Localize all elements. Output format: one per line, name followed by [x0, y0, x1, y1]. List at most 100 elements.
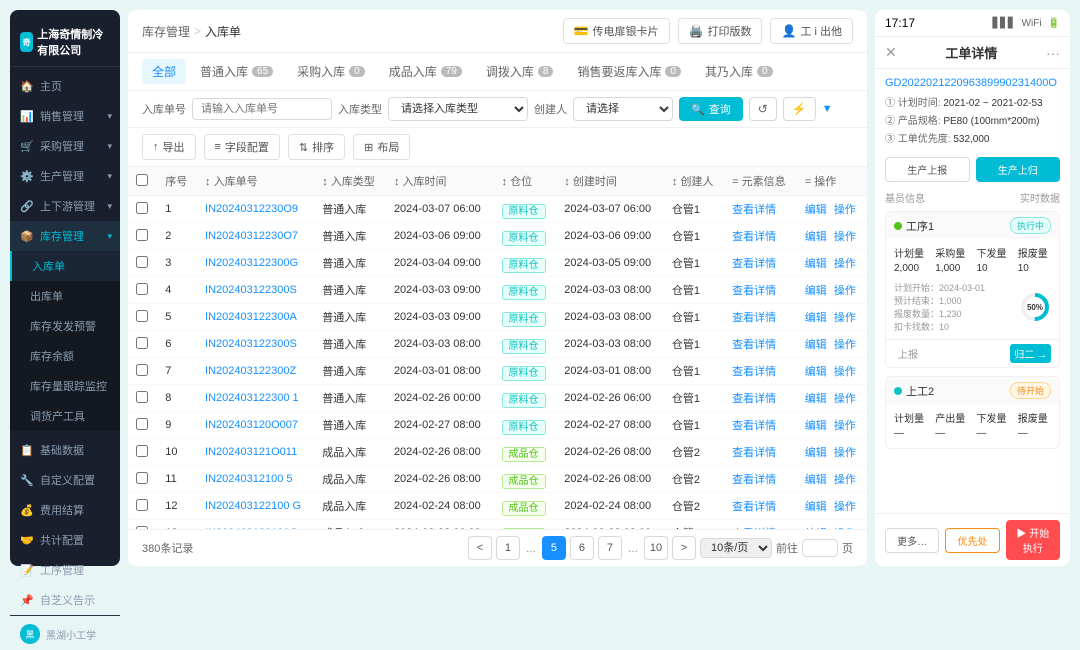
detail-link[interactable]: 查看详情 — [732, 204, 776, 216]
jump-input[interactable] — [802, 539, 838, 557]
produce-return-button[interactable]: 生产上归 — [976, 157, 1061, 182]
cell-detail[interactable]: 查看详情 — [724, 412, 797, 439]
row-checkbox[interactable] — [136, 256, 148, 268]
detail-link[interactable]: 查看详情 — [732, 312, 776, 324]
print-button[interactable]: 🖨️ 打印版数 — [678, 18, 763, 44]
sidebar-sub-item-outbound[interactable]: 出库单 — [10, 281, 120, 311]
detail-link[interactable]: 查看详情 — [732, 258, 776, 270]
action-link[interactable]: 操作 — [834, 258, 856, 270]
detail-link[interactable]: 查看详情 — [732, 231, 776, 243]
row-checkbox[interactable] — [136, 499, 148, 511]
row-checkbox[interactable] — [136, 310, 148, 322]
cell-detail[interactable]: 查看详情 — [724, 493, 797, 520]
tab-normal-in[interactable]: 普通入库 65 — [190, 59, 283, 84]
step-1-report-btn[interactable]: 上报 — [894, 344, 922, 363]
action-link[interactable]: 操作 — [834, 285, 856, 297]
prev-page-button[interactable]: < — [468, 536, 492, 560]
rp-order-id[interactable]: GD202202122096389990231400O — [885, 77, 1060, 89]
tab-all[interactable]: 全部 — [142, 59, 186, 84]
detail-link[interactable]: 查看详情 — [732, 285, 776, 297]
export-button[interactable]: ↑ 导出 — [142, 134, 196, 160]
edit-link[interactable]: 编辑 — [805, 231, 827, 243]
sidebar-sub-item-current-stock[interactable]: 库存余额 — [10, 341, 120, 371]
row-checkbox[interactable] — [136, 202, 148, 214]
sidebar-item-home[interactable]: 🏠 主页 — [10, 71, 120, 101]
action-link[interactable]: 操作 — [834, 312, 856, 324]
detail-link[interactable]: 查看详情 — [732, 447, 776, 459]
priority-button[interactable]: 优先处 — [945, 528, 999, 553]
sidebar-sub-item-stock-monitor[interactable]: 库存量跟踪监控 — [10, 371, 120, 401]
sidebar-item-auto-config[interactable]: 🔧 自定义配置 — [10, 465, 120, 495]
produce-report-button[interactable]: 生产上报 — [885, 157, 970, 182]
rp-more-button[interactable]: ··· — [1046, 45, 1060, 61]
edit-link[interactable]: 编辑 — [805, 204, 827, 216]
action-link[interactable]: 操作 — [834, 339, 856, 351]
action-link[interactable]: 操作 — [834, 447, 856, 459]
detail-link[interactable]: 查看详情 — [732, 474, 776, 486]
cell-detail[interactable]: 查看详情 — [724, 304, 797, 331]
sidebar-item-supplier[interactable]: 🤝 共计配置 — [10, 525, 120, 555]
next-page-button[interactable]: > — [672, 536, 696, 560]
row-checkbox[interactable] — [136, 283, 148, 295]
row-checkbox[interactable] — [136, 445, 148, 457]
cell-detail[interactable]: 查看详情 — [724, 439, 797, 466]
detail-link[interactable]: 查看详情 — [732, 339, 776, 351]
sidebar-sub-item-inbound[interactable]: 入库单 — [10, 251, 120, 281]
cell-detail[interactable]: 查看详情 — [724, 466, 797, 493]
search-button[interactable]: 🔍 查询 — [679, 97, 743, 121]
tab-adjust-in[interactable]: 调拨入库 8 — [476, 59, 564, 84]
row-checkbox[interactable] — [136, 472, 148, 484]
edit-link[interactable]: 编辑 — [805, 447, 827, 459]
detail-link[interactable]: 查看详情 — [732, 420, 776, 432]
page-6-button[interactable]: 6 — [570, 536, 594, 560]
row-checkbox[interactable] — [136, 391, 148, 403]
edit-link[interactable]: 编辑 — [805, 339, 827, 351]
sidebar-item-custom[interactable]: 📌 自芝义告示 — [10, 585, 120, 615]
sidebar-item-finance[interactable]: 💰 费用结算 — [10, 495, 120, 525]
sidebar-item-production[interactable]: ⚙️ 生产管理 — [10, 161, 120, 191]
edit-link[interactable]: 编辑 — [805, 420, 827, 432]
action-link[interactable]: 操作 — [834, 420, 856, 432]
detail-link[interactable]: 查看详情 — [732, 393, 776, 405]
cell-detail[interactable]: 查看详情 — [724, 520, 797, 530]
edit-link[interactable]: 编辑 — [805, 474, 827, 486]
layout-button[interactable]: ⊞ 布局 — [353, 134, 410, 160]
sidebar-item-process[interactable]: 📝 工序管理 — [10, 555, 120, 585]
edit-link[interactable]: 编辑 — [805, 258, 827, 270]
step-1-next-btn[interactable]: 归二 → — [1010, 344, 1051, 363]
action-link[interactable]: 操作 — [834, 204, 856, 216]
page-1-button[interactable]: 1 — [496, 536, 520, 560]
cell-detail[interactable]: 查看详情 — [724, 385, 797, 412]
row-checkbox[interactable] — [136, 337, 148, 349]
cell-detail[interactable]: 查看详情 — [724, 196, 797, 223]
sidebar-sub-item-stock-alert[interactable]: 库存发发预警 — [10, 311, 120, 341]
tab-finished-in[interactable]: 成品入库 79 — [379, 59, 472, 84]
edit-link[interactable]: 编辑 — [805, 285, 827, 297]
sort-button[interactable]: ⇅ 排序 — [288, 134, 345, 160]
action-link[interactable]: 操作 — [834, 393, 856, 405]
cell-detail[interactable]: 查看详情 — [724, 331, 797, 358]
page-10-button[interactable]: 10 — [644, 536, 668, 560]
sidebar-item-purchase[interactable]: 🛒 采购管理 — [10, 131, 120, 161]
more-filter-toggle[interactable]: ▼ — [822, 103, 833, 115]
more-filter-button[interactable]: ⚡ — [783, 97, 816, 121]
detail-link[interactable]: 查看详情 — [732, 366, 776, 378]
row-checkbox[interactable] — [136, 418, 148, 430]
edit-link[interactable]: 编辑 — [805, 501, 827, 513]
tab-other-in[interactable]: 其乃入库 0 — [695, 59, 783, 84]
execute-button[interactable]: ▶ 开始执行 — [1006, 520, 1060, 560]
row-checkbox[interactable] — [136, 229, 148, 241]
cell-detail[interactable]: 查看详情 — [724, 358, 797, 385]
cell-detail[interactable]: 查看详情 — [724, 250, 797, 277]
tab-return-in[interactable]: 销售要返库入库 0 — [567, 59, 691, 84]
page-size-select[interactable]: 10条/页 20条/页 50条/页 — [700, 538, 772, 558]
action-link[interactable]: 操作 — [834, 366, 856, 378]
row-checkbox[interactable] — [136, 364, 148, 376]
reset-button[interactable]: ↺ — [749, 97, 777, 121]
page-5-button[interactable]: 5 — [542, 536, 566, 560]
action-link[interactable]: 操作 — [834, 231, 856, 243]
edit-link[interactable]: 编辑 — [805, 393, 827, 405]
bank-card-button[interactable]: 💳 传电扉银卡片 — [563, 18, 670, 44]
select-all-checkbox[interactable] — [136, 174, 148, 186]
sidebar-item-basic[interactable]: 📋 基础数据 — [10, 435, 120, 465]
